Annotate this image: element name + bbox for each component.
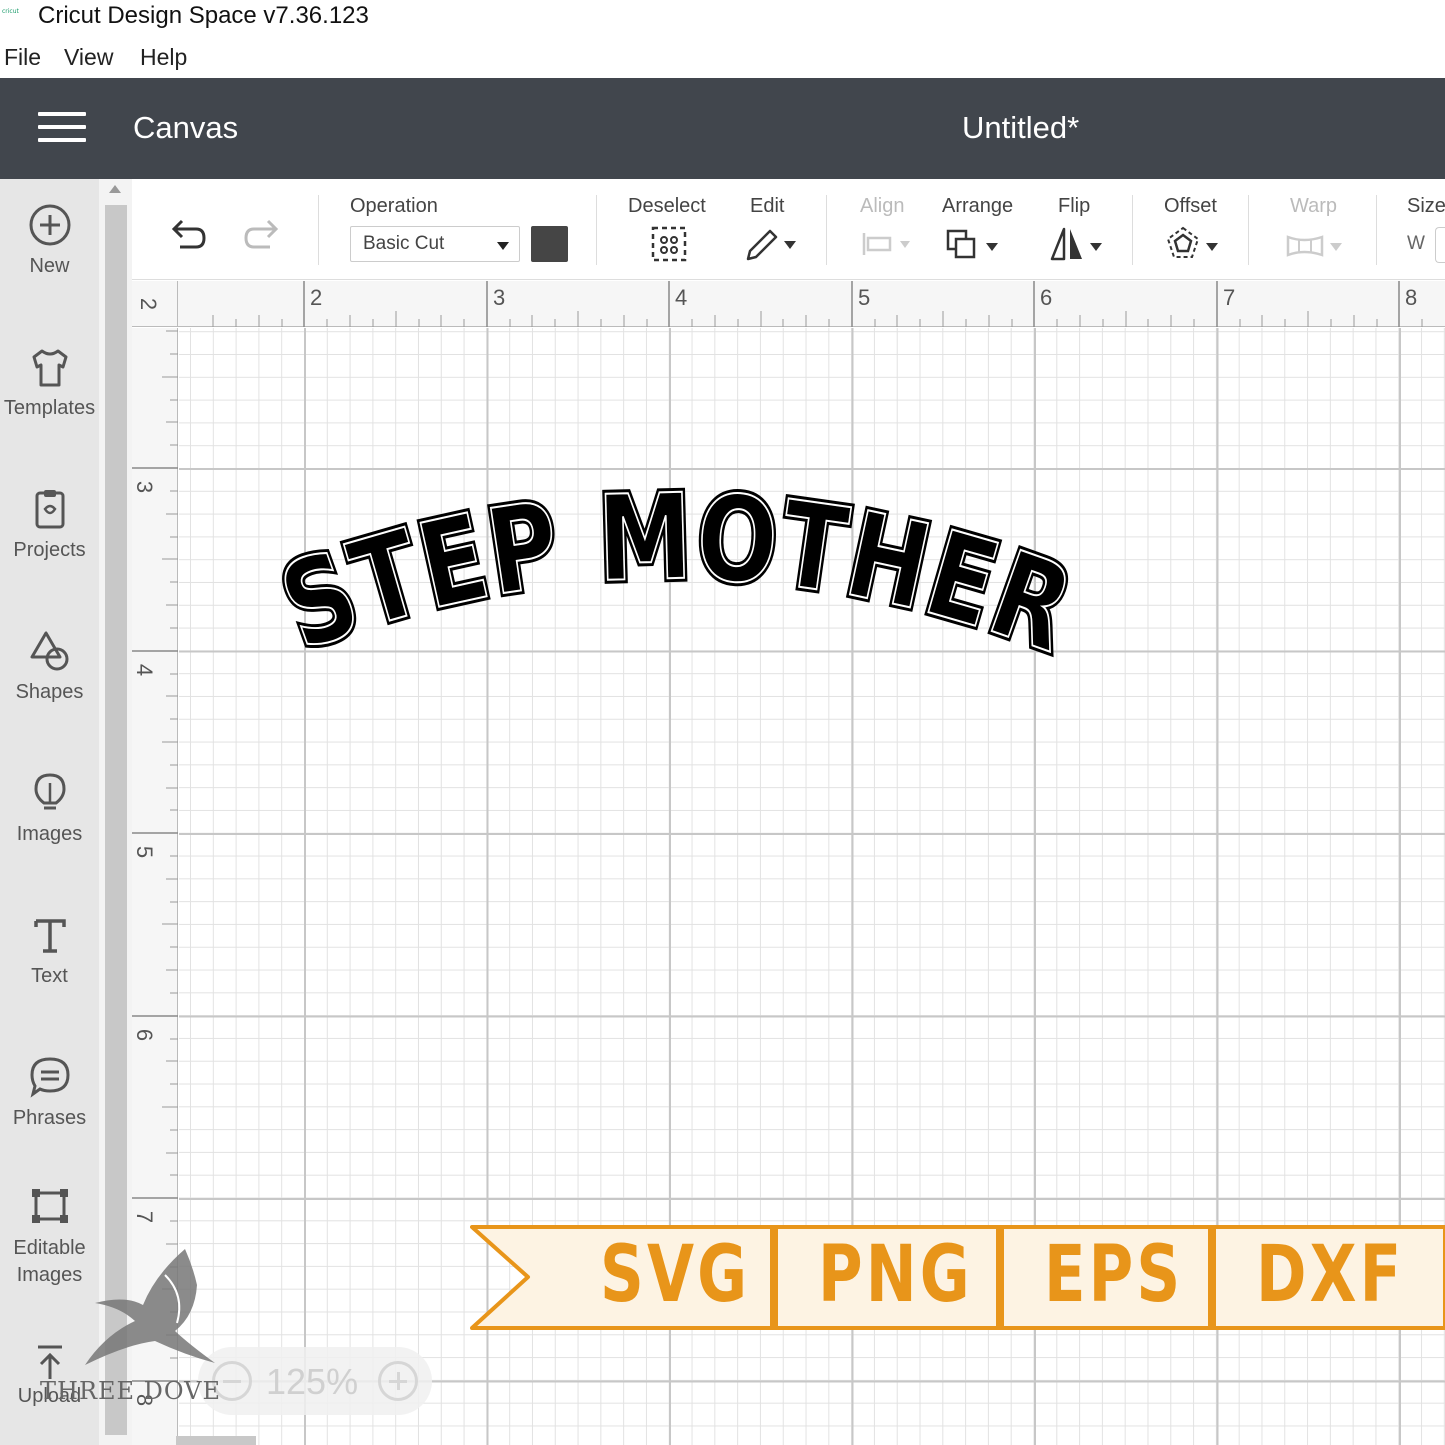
toolbar-divider — [1376, 195, 1377, 265]
left-ruler-label: 6 — [132, 1028, 158, 1042]
edit-pencil-icon[interactable] — [742, 225, 800, 263]
offset-label: Offset — [1164, 195, 1217, 217]
scroll-up-arrow-icon[interactable] — [109, 185, 121, 193]
toolbar-divider — [1248, 195, 1249, 265]
operation-label: Operation — [350, 195, 438, 217]
align-icon[interactable] — [860, 225, 916, 263]
toolbar-divider — [318, 195, 319, 265]
top-ruler-label: 5 — [858, 285, 871, 310]
sidebar-label-templates: Templates — [3, 397, 96, 419]
left-ruler-label: 3 — [132, 480, 158, 494]
toolbar-divider — [596, 195, 597, 265]
toolbar-divider — [1132, 195, 1133, 265]
sidebar-item-phrases[interactable]: Phrases — [0, 1055, 99, 1130]
cricut-logo-icon: cricut — [2, 8, 19, 15]
flip-icon[interactable] — [1048, 225, 1106, 265]
flip-label: Flip — [1058, 195, 1091, 217]
file-format-banner: SVG PNG EPS DXF — [470, 1225, 1445, 1330]
toolbar-divider — [826, 195, 827, 265]
sidebar-label-new: New — [29, 255, 70, 277]
speech-bubble-icon — [29, 1057, 70, 1098]
menu-help[interactable]: Help — [140, 44, 187, 71]
operation-color-swatch[interactable] — [531, 226, 568, 262]
zoom-in-button[interactable] — [378, 1361, 418, 1401]
plus-circle-icon — [29, 204, 70, 246]
clipboard-icon — [35, 490, 64, 529]
step-mother-design[interactable]: STEP MOTHER STEP MOTHER — [282, 481, 1102, 681]
dove-logo-icon — [85, 1249, 215, 1365]
size-label: Size — [1407, 195, 1445, 217]
warp-icon[interactable] — [1284, 225, 1346, 265]
sidebar-item-templates[interactable]: Templates — [0, 345, 99, 420]
sidebar-item-images[interactable]: Images — [0, 771, 99, 846]
top-ruler: 2 2 3 4 5 6 7 8 — [132, 281, 1445, 327]
three-dove-watermark: THREE DOVE — [40, 1245, 250, 1415]
sidebar-item-text[interactable]: Text — [0, 913, 99, 988]
watermark-brand: THREE DOVE — [40, 1377, 222, 1405]
align-label: Align — [860, 195, 905, 217]
offset-icon[interactable] — [1164, 225, 1222, 265]
format-svg: SVG — [600, 1230, 751, 1320]
document-title[interactable]: Untitled* — [962, 110, 1079, 146]
menu-bar: File View Help — [0, 38, 1445, 76]
section-title: Canvas — [133, 110, 239, 145]
sidebar-label-text: Text — [31, 965, 68, 987]
format-eps: EPS — [1044, 1230, 1184, 1320]
left-ruler-label: 4 — [132, 663, 158, 677]
sidebar-item-new[interactable]: New — [0, 203, 99, 278]
horizontal-scrollbar-thumb[interactable] — [176, 1436, 256, 1445]
sidebar-item-shapes[interactable]: Shapes — [0, 629, 99, 704]
hamburger-menu-icon[interactable] — [38, 112, 86, 144]
sidebar-item-projects[interactable]: Projects — [0, 487, 99, 562]
ruler-corner-label: 2 — [136, 297, 162, 311]
top-ruler-label: 4 — [675, 285, 688, 310]
top-ruler-ticks — [212, 281, 1423, 327]
shapes-icon — [30, 631, 68, 671]
design-text: STEP MOTHER — [282, 481, 1090, 679]
warp-label: Warp — [1290, 195, 1338, 217]
top-ruler-label: 8 — [1405, 285, 1418, 310]
redo-icon[interactable] — [242, 217, 284, 253]
caret-down-icon — [497, 242, 509, 250]
ruler-corner: 2 — [132, 281, 178, 327]
window-titlebar: cricut Cricut Design Space v7.36.123 — [0, 0, 1445, 36]
top-ruler-label: 3 — [493, 285, 506, 310]
editable-image-icon — [31, 1189, 68, 1223]
sidebar-label-phrases: Phrases — [12, 1107, 87, 1129]
lightbulb-icon — [33, 773, 66, 810]
app-header: Canvas Untitled* — [0, 78, 1445, 179]
arrange-icon[interactable] — [944, 225, 1002, 265]
format-png: PNG — [818, 1230, 973, 1320]
deselect-icon[interactable] — [650, 225, 688, 263]
edit-toolbar: Operation Basic Cut Deselect Edit Align … — [132, 179, 1445, 280]
left-ruler-label: 5 — [132, 845, 158, 859]
shirt-icon — [32, 349, 67, 387]
sidebar-label-shapes: Shapes — [15, 681, 84, 703]
format-dxf: DXF — [1256, 1230, 1405, 1320]
left-ruler-label: 7 — [132, 1210, 158, 1224]
deselect-label: Deselect — [628, 195, 706, 217]
top-ruler-label: 6 — [1040, 285, 1053, 310]
operation-value: Basic Cut — [363, 233, 445, 254]
size-width-label: W — [1407, 233, 1425, 254]
arrange-label: Arrange — [942, 195, 1014, 217]
sidebar-label-images: Images — [16, 823, 83, 845]
sidebar-label-projects: Projects — [13, 539, 86, 561]
operation-select[interactable]: Basic Cut — [350, 226, 520, 262]
edit-label: Edit — [750, 195, 785, 217]
text-icon — [33, 919, 66, 953]
top-ruler-label: 2 — [310, 285, 323, 310]
window-title: Cricut Design Space v7.36.123 — [38, 2, 369, 29]
top-ruler-label: 7 — [1223, 285, 1236, 310]
zoom-level: 125% — [266, 1361, 359, 1402]
size-width-input[interactable] — [1435, 227, 1445, 263]
menu-view[interactable]: View — [64, 44, 113, 71]
menu-file[interactable]: File — [4, 44, 41, 71]
undo-icon[interactable] — [166, 217, 208, 253]
